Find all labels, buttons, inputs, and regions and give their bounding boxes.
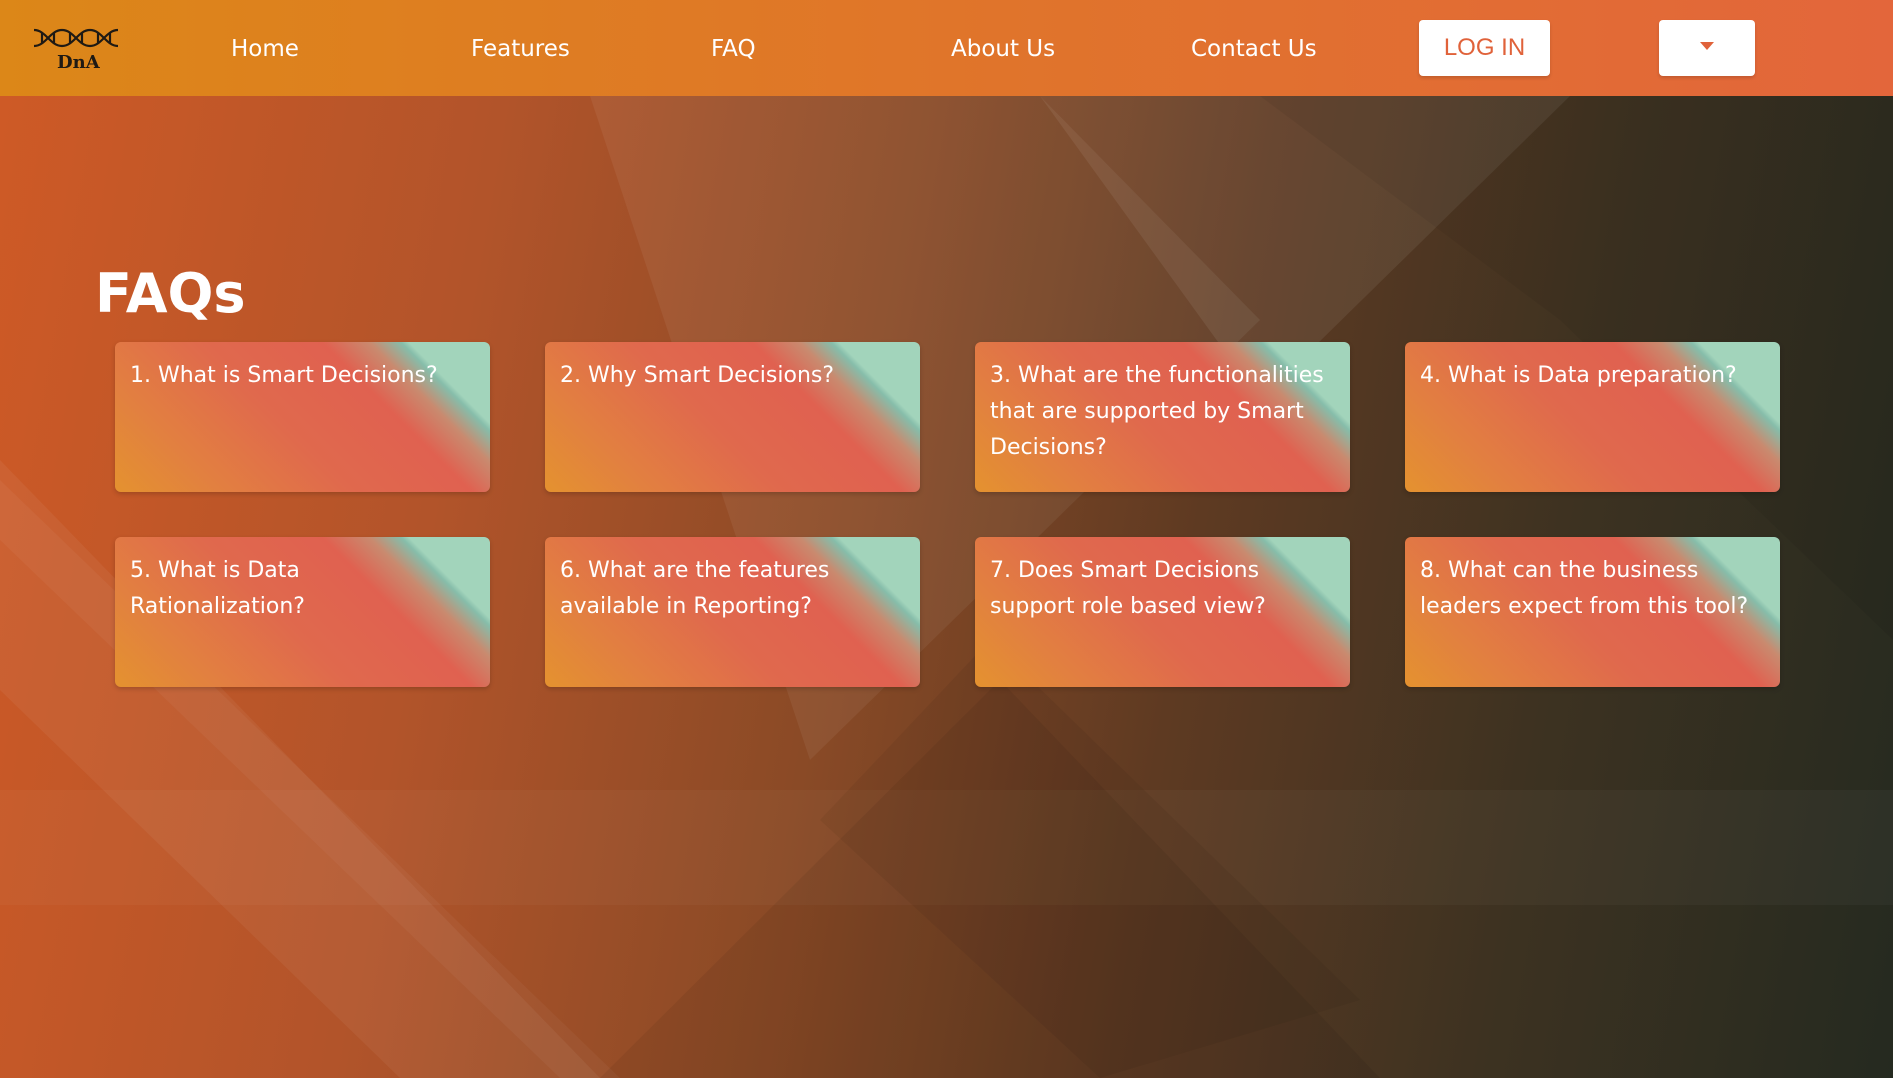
nav-link-faq[interactable]: FAQ	[711, 36, 756, 62]
faq-card-7[interactable]: 7. Does Smart Decisions support role bas…	[975, 537, 1350, 687]
nav-link-features[interactable]: Features	[471, 36, 570, 62]
faq-card-5[interactable]: 5. What is Data Rationalization?	[115, 537, 490, 687]
faq-card-6[interactable]: 6. What are the features available in Re…	[545, 537, 920, 687]
faq-question: 6. What are the features available in Re…	[560, 558, 830, 619]
faq-question: 5. What is Data Rationalization?	[130, 558, 305, 619]
top-navbar: DnA Home Features FAQ About Us Contact U…	[0, 0, 1893, 96]
faq-question: 2. Why Smart Decisions?	[560, 363, 835, 388]
dna-logo[interactable]: DnA	[32, 24, 122, 76]
nav-link-contact-us[interactable]: Contact Us	[1191, 36, 1317, 62]
dna-helix-icon	[33, 28, 119, 48]
faq-question: 3. What are the functionalities that are…	[990, 363, 1324, 460]
nav-link-home[interactable]: Home	[231, 36, 299, 62]
faq-card-1[interactable]: 1. What is Smart Decisions?	[115, 342, 490, 492]
nav-link-about-us[interactable]: About Us	[951, 36, 1055, 62]
faq-card-3[interactable]: 3. What are the functionalities that are…	[975, 342, 1350, 492]
faq-card-2[interactable]: 2. Why Smart Decisions?	[545, 342, 920, 492]
faq-question: 8. What can the business leaders expect …	[1420, 558, 1749, 619]
menu-dropdown-button[interactable]	[1659, 20, 1755, 76]
faq-question: 1. What is Smart Decisions?	[130, 363, 438, 388]
caret-down-icon	[1700, 42, 1714, 50]
faq-card-4[interactable]: 4. What is Data preparation?	[1405, 342, 1780, 492]
login-button[interactable]: LOG IN	[1419, 20, 1550, 76]
faq-question: 4. What is Data preparation?	[1420, 363, 1737, 388]
logo-text: DnA	[57, 52, 100, 73]
faq-card-8[interactable]: 8. What can the business leaders expect …	[1405, 537, 1780, 687]
faq-question: 7. Does Smart Decisions support role bas…	[990, 558, 1266, 619]
page-title: FAQs	[95, 262, 246, 325]
